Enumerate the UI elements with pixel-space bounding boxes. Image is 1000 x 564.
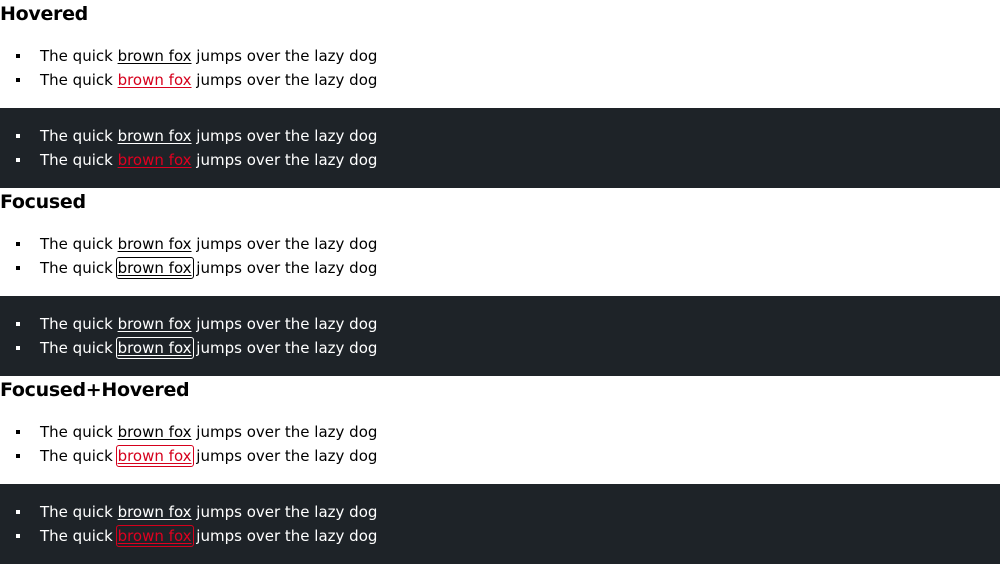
list-text: The quick	[40, 235, 118, 253]
list-text: The quick	[40, 151, 118, 169]
square-bullet-icon	[16, 242, 20, 246]
list-text: jumps over the lazy dog	[191, 315, 378, 333]
unordered-list: The quick brown fox jumps over the lazy …	[0, 124, 1000, 172]
list-item: The quick brown fox jumps over the lazy …	[0, 500, 1000, 524]
square-bullet-icon	[16, 454, 20, 458]
square-bullet-icon	[16, 158, 20, 162]
list-text: jumps over the lazy dog	[191, 339, 378, 357]
brown-fox-link-hovered[interactable]: brown fox	[118, 151, 192, 169]
list-text: The quick	[40, 339, 118, 357]
list-item: The quick brown fox jumps over the lazy …	[0, 124, 1000, 148]
list-text: jumps over the lazy dog	[191, 71, 378, 89]
unordered-list: The quick brown fox jumps over the lazy …	[0, 420, 1000, 468]
square-bullet-icon	[16, 322, 20, 326]
brown-fox-link[interactable]: brown fox	[118, 47, 192, 65]
list-item: The quick brown fox jumps over the lazy …	[0, 524, 1000, 548]
list-text: The quick	[40, 127, 118, 145]
list-item: The quick brown fox jumps over the lazy …	[0, 312, 1000, 336]
square-bullet-icon	[16, 266, 20, 270]
hovered-dark-panel: The quick brown fox jumps over the lazy …	[0, 108, 1000, 188]
focused-light-panel: The quick brown fox jumps over the lazy …	[0, 216, 1000, 296]
brown-fox-link[interactable]: brown fox	[118, 127, 192, 145]
brown-fox-link-focused[interactable]: brown fox	[115, 337, 194, 359]
list-item: The quick brown fox jumps over the lazy …	[0, 232, 1000, 256]
section-heading-focused-hovered: Focused+Hovered	[0, 379, 190, 401]
list-text: jumps over the lazy dog	[191, 527, 378, 545]
square-bullet-icon	[16, 54, 20, 58]
list-text: jumps over the lazy dog	[191, 503, 378, 521]
brown-fox-link-focused-hovered[interactable]: brown fox	[115, 525, 194, 547]
list-text: jumps over the lazy dog	[191, 447, 378, 465]
list-text: The quick	[40, 503, 118, 521]
brown-fox-link[interactable]: brown fox	[118, 503, 192, 521]
list-item: The quick brown fox jumps over the lazy …	[0, 420, 1000, 444]
list-text: The quick	[40, 47, 118, 65]
section-heading-focused: Focused	[0, 191, 86, 213]
list-text: jumps over the lazy dog	[191, 151, 378, 169]
brown-fox-link-focused[interactable]: brown fox	[115, 257, 194, 279]
brown-fox-link-focused-hovered[interactable]: brown fox	[115, 445, 194, 467]
list-text: The quick	[40, 447, 118, 465]
list-text: jumps over the lazy dog	[191, 259, 378, 277]
list-item: The quick brown fox jumps over the lazy …	[0, 148, 1000, 172]
brown-fox-link[interactable]: brown fox	[118, 423, 192, 441]
focused-hovered-light-panel: The quick brown fox jumps over the lazy …	[0, 404, 1000, 484]
list-text: jumps over the lazy dog	[191, 235, 378, 253]
unordered-list: The quick brown fox jumps over the lazy …	[0, 44, 1000, 92]
square-bullet-icon	[16, 78, 20, 82]
brown-fox-link[interactable]: brown fox	[118, 315, 192, 333]
list-item: The quick brown fox jumps over the lazy …	[0, 256, 1000, 280]
list-text: jumps over the lazy dog	[191, 423, 378, 441]
section-heading-hovered: Hovered	[0, 3, 88, 25]
hovered-light-panel: The quick brown fox jumps over the lazy …	[0, 28, 1000, 108]
list-item: The quick brown fox jumps over the lazy …	[0, 68, 1000, 92]
list-item: The quick brown fox jumps over the lazy …	[0, 336, 1000, 360]
list-text: jumps over the lazy dog	[191, 127, 378, 145]
list-text: The quick	[40, 423, 118, 441]
list-text: The quick	[40, 259, 118, 277]
square-bullet-icon	[16, 346, 20, 350]
list-item: The quick brown fox jumps over the lazy …	[0, 444, 1000, 468]
list-text: The quick	[40, 527, 118, 545]
unordered-list: The quick brown fox jumps over the lazy …	[0, 312, 1000, 360]
list-item: The quick brown fox jumps over the lazy …	[0, 44, 1000, 68]
list-text: jumps over the lazy dog	[191, 47, 378, 65]
brown-fox-link[interactable]: brown fox	[118, 235, 192, 253]
focused-hovered-dark-panel: The quick brown fox jumps over the lazy …	[0, 484, 1000, 564]
brown-fox-link-hovered[interactable]: brown fox	[118, 71, 192, 89]
square-bullet-icon	[16, 430, 20, 434]
list-text: The quick	[40, 71, 118, 89]
square-bullet-icon	[16, 510, 20, 514]
square-bullet-icon	[16, 134, 20, 138]
unordered-list: The quick brown fox jumps over the lazy …	[0, 500, 1000, 548]
list-text: The quick	[40, 315, 118, 333]
unordered-list: The quick brown fox jumps over the lazy …	[0, 232, 1000, 280]
square-bullet-icon	[16, 534, 20, 538]
focused-dark-panel: The quick brown fox jumps over the lazy …	[0, 296, 1000, 376]
